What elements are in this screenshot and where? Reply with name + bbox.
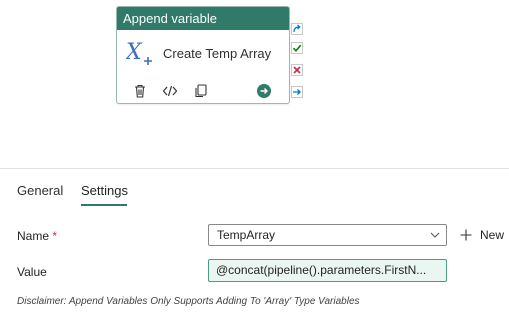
append-variable-activity[interactable]: Append variable X Create Temp Array	[116, 6, 290, 104]
new-variable-button[interactable]: New	[460, 227, 504, 245]
delete-icon[interactable]	[132, 83, 148, 99]
chevron-down-icon	[430, 232, 440, 238]
tab-settings[interactable]: Settings	[81, 183, 128, 198]
value-field-label: Value	[17, 265, 47, 279]
activity-type-header: Append variable	[117, 7, 289, 30]
copy-icon[interactable]	[193, 83, 209, 99]
svg-text:X: X	[126, 40, 143, 65]
disclaimer-text: Disclaimer: Append Variables Only Suppor…	[17, 296, 360, 307]
failure-connector[interactable]	[291, 64, 303, 76]
variable-name-dropdown[interactable]: TempArray	[208, 224, 447, 246]
properties-tabs: General Settings	[0, 169, 509, 207]
variable-name-value: TempArray	[217, 228, 276, 242]
completion-connector[interactable]	[291, 86, 303, 98]
name-label-text: Name	[17, 229, 50, 243]
pipeline-canvas: Append variable X Create Temp Array	[0, 0, 509, 168]
check-icon	[292, 44, 302, 52]
required-marker: *	[52, 229, 58, 243]
x-icon	[293, 66, 301, 74]
plus-icon	[460, 229, 472, 241]
value-expression-field[interactable]: @concat(pipeline().parameters.FirstN...	[208, 259, 447, 282]
append-variable-icon: X	[126, 40, 152, 65]
run-arrow-icon[interactable]	[256, 83, 272, 99]
activity-body: X Create Temp Array	[117, 30, 289, 82]
redo-arrow-icon	[293, 24, 301, 33]
skip-connector[interactable]	[291, 23, 303, 35]
activity-name: Create Temp Array	[163, 46, 272, 61]
new-button-label: New	[480, 227, 505, 242]
selected-tab-indicator	[81, 204, 127, 206]
success-connector[interactable]	[291, 42, 303, 54]
activity-actions	[117, 79, 289, 103]
tab-general[interactable]: General	[17, 183, 63, 198]
name-field-label: Name *	[17, 229, 57, 243]
arrow-right-icon	[293, 89, 301, 95]
code-icon[interactable]	[162, 83, 178, 99]
